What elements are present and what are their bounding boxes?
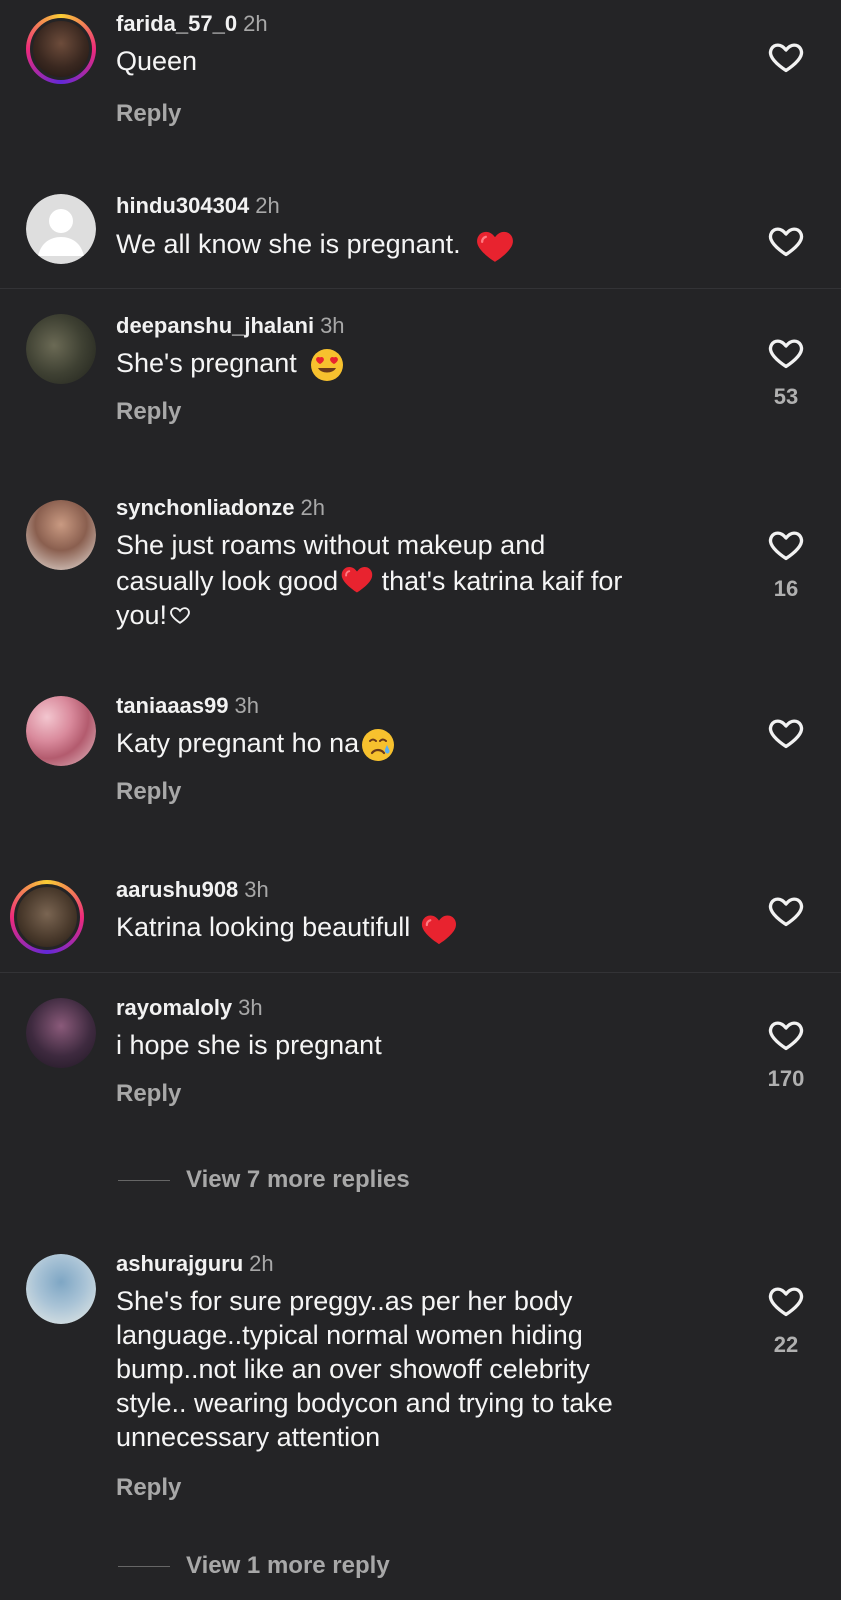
crying-face-emoji (362, 728, 395, 761)
heart-outline-icon (767, 526, 805, 564)
like-button[interactable]: 22 (764, 1282, 808, 1358)
comment-text-part: casually look good (116, 566, 339, 596)
comment-text: Queen (116, 46, 198, 76)
like-button[interactable] (764, 38, 808, 76)
divider (0, 972, 841, 973)
comment-text: We all know she is pregnant. (116, 226, 721, 266)
timestamp: 3h (234, 693, 260, 718)
comment-meta: taniaaas99 3h (116, 692, 721, 720)
comment-text-body: Katrina looking beautifull (116, 912, 411, 943)
comment-text: i hope she is pregnant (116, 1030, 382, 1060)
timestamp: 2h (243, 11, 268, 36)
heart-eyes-emoji (311, 348, 344, 381)
thread-line (118, 1565, 170, 1567)
comment-meta: deepanshu_jhalani 3h (116, 312, 721, 340)
avatar[interactable] (26, 696, 96, 766)
like-button[interactable] (764, 892, 808, 930)
comment-text: She's for sure preggy..as per her body l… (116, 1284, 731, 1454)
comment-text-line: you! (116, 598, 731, 632)
view-more-replies-button[interactable]: View 7 more replies (118, 1166, 410, 1194)
reply-button[interactable]: Reply (116, 1474, 731, 1502)
timestamp: 2h (300, 495, 325, 520)
like-count: 16 (773, 576, 799, 601)
view-more-label: View 7 more replies (186, 1166, 410, 1193)
comment-text-line: She just roams without makeup and (116, 530, 546, 560)
thread-line (118, 1179, 170, 1181)
reply-button[interactable]: Reply (116, 398, 721, 426)
comment-text: Katy pregnant ho na (116, 726, 721, 762)
comment-meta: aarushu908 3h (116, 876, 721, 904)
avatar[interactable] (26, 194, 96, 264)
view-more-replies-button[interactable]: View 1 more reply (118, 1552, 390, 1580)
timestamp: 2h (255, 193, 280, 218)
red-heart-emoji (340, 562, 374, 596)
comment-text-line: casually look good that's katrina kaif f… (116, 562, 731, 598)
username[interactable]: deepanshu_jhalani (116, 313, 314, 338)
like-button[interactable]: 16 (764, 526, 808, 602)
heart-outline-icon (767, 892, 805, 930)
username[interactable]: synchonliadonze (116, 495, 294, 520)
username[interactable]: ashurajguru (116, 1251, 243, 1276)
avatar[interactable] (10, 880, 84, 954)
avatar[interactable] (26, 1254, 96, 1324)
heart-outline-icon (767, 38, 805, 76)
like-button[interactable]: 170 (764, 1016, 808, 1092)
comment-text-line: style.. wearing bodycon and trying to ta… (116, 1388, 613, 1418)
white-heart-emoji (170, 607, 190, 624)
username[interactable]: farida_57_0 (116, 11, 237, 36)
reply-button[interactable]: Reply (116, 100, 721, 128)
comment-text-line: bump..not like an over showoff celebrity (116, 1354, 590, 1384)
default-avatar-icon (38, 209, 84, 256)
like-count: 170 (767, 1066, 805, 1091)
comment-meta: ashurajguru 2h (116, 1250, 731, 1278)
username[interactable]: taniaaas99 (116, 693, 229, 718)
username[interactable]: hindu304304 (116, 193, 249, 218)
heart-outline-icon (767, 1282, 805, 1320)
comment-meta: farida_57_0 2h (116, 10, 721, 38)
heart-outline-icon (767, 714, 805, 752)
comment-text-part: that's katrina kaif for (374, 566, 623, 596)
heart-outline-icon (767, 334, 805, 372)
red-heart-emoji (475, 226, 515, 266)
timestamp: 3h (238, 995, 263, 1020)
like-button[interactable]: 53 (764, 334, 808, 410)
like-count: 22 (773, 1332, 799, 1357)
heart-outline-icon (767, 1016, 805, 1054)
comment-text-line: She's for sure preggy..as per her body (116, 1286, 573, 1316)
comment-text-line: unnecessary attention (116, 1422, 381, 1452)
comment-text: Katrina looking beautifull (116, 910, 721, 948)
comment-meta: synchonliadonze 2h (116, 494, 731, 522)
like-count: 53 (773, 384, 799, 409)
view-more-label: View 1 more reply (186, 1552, 390, 1579)
avatar[interactable] (26, 314, 96, 384)
comment-text-body: Katy pregnant ho na (116, 728, 360, 758)
avatar[interactable] (26, 500, 96, 570)
timestamp: 2h (249, 1251, 274, 1276)
comment-text-line: language..typical normal women hiding (116, 1320, 583, 1350)
comment-text: She's pregnant (116, 346, 721, 382)
heart-outline-icon (767, 222, 805, 260)
red-heart-emoji (420, 910, 458, 948)
comment-text-body: She's pregnant (116, 348, 297, 378)
reply-button[interactable]: Reply (116, 778, 721, 806)
avatar[interactable] (26, 14, 96, 84)
username[interactable]: aarushu908 (116, 877, 238, 902)
reply-button[interactable]: Reply (116, 1080, 721, 1108)
avatar[interactable] (26, 998, 96, 1068)
comment-text-part: you! (116, 600, 168, 630)
comment-meta: hindu304304 2h (116, 192, 721, 220)
like-button[interactable] (764, 714, 808, 752)
comment-text-body: We all know she is pregnant. (116, 229, 461, 260)
timestamp: 3h (320, 313, 345, 338)
comment-meta: rayomaloly 3h (116, 994, 721, 1022)
username[interactable]: rayomaloly (116, 995, 232, 1020)
comment-text: She just roams without makeup and casual… (116, 528, 731, 632)
like-button[interactable] (764, 222, 808, 260)
timestamp: 3h (244, 877, 269, 902)
divider (0, 288, 841, 289)
